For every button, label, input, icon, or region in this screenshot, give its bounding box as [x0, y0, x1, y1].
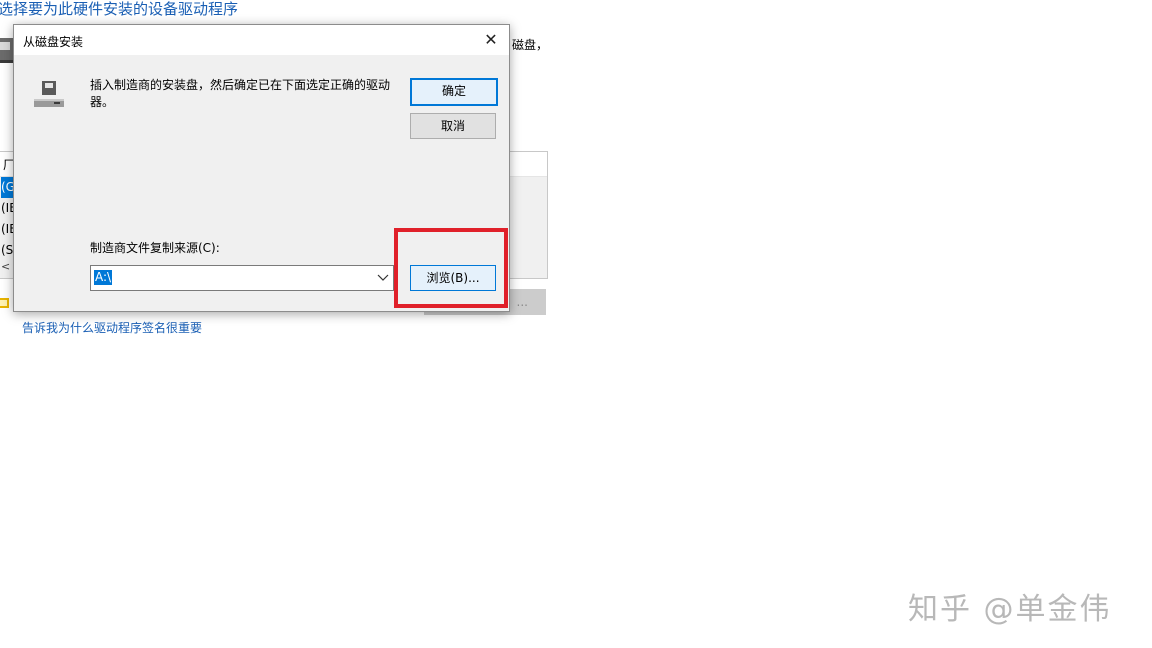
close-icon: ✕	[484, 30, 498, 49]
wizard-description: 磁盘，	[512, 38, 549, 52]
dialog-titlebar[interactable]: 从磁盘安装 ✕	[14, 25, 509, 55]
chevron-down-icon[interactable]	[375, 269, 391, 285]
wizard-title: 选择要为此硬件安装的设备驱动程序	[0, 0, 239, 18]
driver-signing-link[interactable]: 告诉我为什么驱动程序签名很重要	[22, 319, 202, 336]
cancel-button[interactable]: 取消	[410, 113, 496, 139]
dialog-message: 插入制造商的安装盘，然后确定已在下面选定正确的驱动器。	[90, 78, 391, 109]
scroll-left-icon[interactable]: <	[1, 260, 10, 273]
source-input[interactable]: A:\	[94, 270, 113, 285]
watermark: 知乎 @单金伟	[908, 592, 1112, 627]
ok-button[interactable]: 确定	[410, 78, 498, 106]
source-label: 制造商文件复制来源(C):	[90, 241, 220, 255]
close-button[interactable]: ✕	[473, 25, 509, 55]
dialog-title: 从磁盘安装	[23, 35, 84, 49]
shield-icon	[0, 298, 9, 308]
highlight-box	[394, 228, 508, 308]
floppy-drive-icon	[34, 81, 64, 107]
source-combobox[interactable]: A:\	[90, 265, 394, 291]
